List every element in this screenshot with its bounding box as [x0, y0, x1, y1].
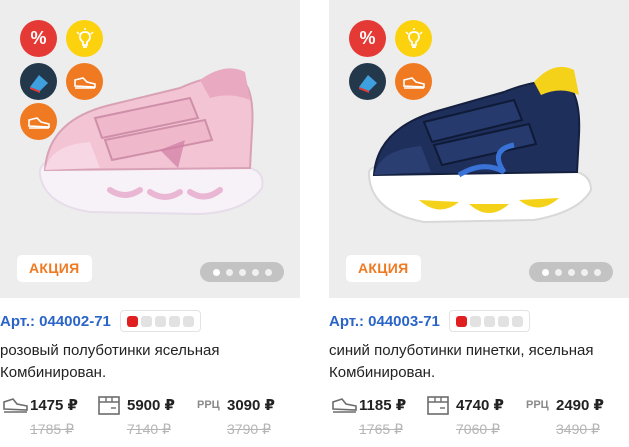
price-current: 3090 ₽ [227, 397, 275, 414]
price-current: 2490 ₽ [556, 397, 604, 414]
rrc-price: РРЦ 2490 ₽ 3490 ₽ [526, 394, 629, 442]
gallery-dot[interactable] [264, 268, 272, 276]
price-current: 1475 ₽ [30, 397, 78, 414]
light-bulb-icon [395, 20, 432, 57]
price-old: 7060 ₽ [456, 421, 500, 437]
sneaker-outline-icon [332, 398, 357, 413]
gallery-dots[interactable] [200, 262, 284, 282]
price-old: 1765 ₽ [359, 421, 403, 437]
gallery-dot[interactable] [541, 268, 549, 276]
sneaker-icon [395, 63, 432, 100]
size-indicator [455, 315, 467, 327]
size-indicator [182, 315, 194, 327]
price-block: 1475 ₽ 1785 ₽ 5900 ₽ 7140 ₽ РРЦ 3090 ₽ 3… [0, 394, 300, 442]
sneaker-icon [20, 103, 57, 140]
box-icon [427, 396, 449, 415]
retail-price: 1475 ₽ 1785 ₽ [0, 394, 95, 442]
size-indicator [511, 315, 523, 327]
percent-icon: % [349, 20, 386, 57]
price-old: 3790 ₽ [227, 421, 271, 437]
price-old: 7140 ₽ [127, 421, 171, 437]
size-indicator [126, 315, 138, 327]
sneaker-icon [66, 63, 103, 100]
article-number[interactable]: Арт.: 044003-71 [329, 313, 440, 330]
size-indicator [154, 315, 166, 327]
size-indicator [168, 315, 180, 327]
size-indicator [483, 315, 495, 327]
gallery-dot[interactable] [567, 268, 575, 276]
size-indicator [140, 315, 152, 327]
box-icon [98, 396, 120, 415]
rrc-price: РРЦ 3090 ₽ 3790 ₽ [197, 394, 300, 442]
product-photo[interactable]: % АКЦИЯ [0, 0, 300, 298]
size-availability [448, 310, 530, 332]
box-price: 4740 ₽ 7060 ₽ [426, 394, 526, 442]
size-indicator [469, 315, 481, 327]
product-description[interactable]: розовый полуботинки ясельная Комбинирова… [0, 340, 300, 384]
price-current: 5900 ₽ [127, 397, 175, 414]
insole-icon [20, 63, 57, 100]
product-card[interactable]: % АКЦИЯ Арт.: 044003-71 синий полуботинк… [329, 0, 629, 447]
size-indicator [497, 315, 509, 327]
product-description[interactable]: синий полуботинки пинетки, ясельная Комб… [329, 340, 629, 384]
rrc-label: РРЦ [526, 399, 549, 411]
rrc-label: РРЦ [197, 399, 220, 411]
price-current: 4740 ₽ [456, 397, 504, 414]
gallery-dot[interactable] [580, 268, 588, 276]
article-number[interactable]: Арт.: 044002-71 [0, 313, 111, 330]
promo-label: АКЦИЯ [17, 255, 92, 282]
gallery-dot[interactable] [225, 268, 233, 276]
gallery-dot[interactable] [238, 268, 246, 276]
gallery-dot[interactable] [554, 268, 562, 276]
retail-price: 1185 ₽ 1765 ₽ [329, 394, 424, 442]
light-bulb-icon [66, 20, 103, 57]
size-availability [119, 310, 201, 332]
percent-icon: % [20, 20, 57, 57]
promo-label: АКЦИЯ [346, 255, 421, 282]
insole-icon [349, 63, 386, 100]
price-old: 1785 ₽ [30, 421, 74, 437]
product-photo[interactable]: % АКЦИЯ [329, 0, 629, 298]
sneaker-outline-icon [3, 398, 28, 413]
price-old: 3490 ₽ [556, 421, 600, 437]
gallery-dots[interactable] [529, 262, 613, 282]
price-current: 1185 ₽ [359, 397, 407, 414]
product-card[interactable]: % АКЦИЯ Арт.: 044002-71 розовый полуботи… [0, 0, 300, 447]
gallery-dot[interactable] [212, 268, 220, 276]
gallery-dot[interactable] [593, 268, 601, 276]
box-price: 5900 ₽ 7140 ₽ [97, 394, 197, 442]
price-block: 1185 ₽ 1765 ₽ 4740 ₽ 7060 ₽ РРЦ 2490 ₽ 3… [329, 394, 629, 442]
gallery-dot[interactable] [251, 268, 259, 276]
